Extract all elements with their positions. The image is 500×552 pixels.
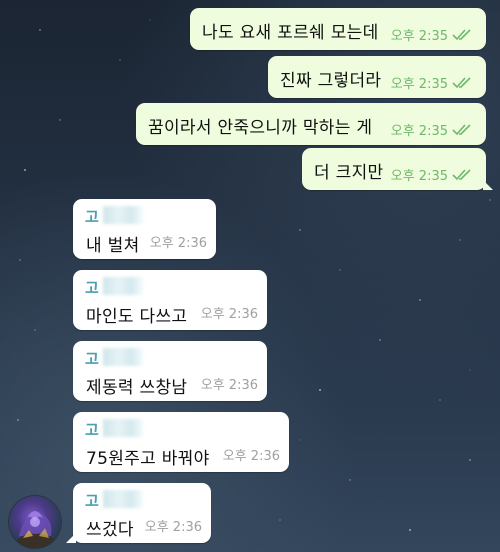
message-text: 내 벌쳐 xyxy=(86,236,140,256)
outgoing-message[interactable]: 더 크지만 오후 2:35 xyxy=(302,148,493,190)
sender-name-blurred xyxy=(103,348,143,366)
incoming-message[interactable]: 고 제동력 쓰창남 오후 2:36 xyxy=(73,341,267,401)
sender-name[interactable]: 고 xyxy=(85,348,99,369)
game-character-avatar-icon xyxy=(13,511,57,548)
message-text: 나도 요새 포르쉐 모는데 xyxy=(202,23,379,43)
double-check-icon xyxy=(452,77,471,89)
sender-name-blurred xyxy=(103,206,143,224)
message-time: 오후 2:35 xyxy=(390,169,448,184)
double-check-icon xyxy=(452,124,471,136)
avatar[interactable] xyxy=(9,496,61,548)
message-time: 오후 2:36 xyxy=(222,449,280,464)
double-check-icon xyxy=(452,169,471,181)
message-text: 진짜 그렇더라 xyxy=(280,71,382,91)
double-check-icon xyxy=(452,29,471,41)
sender-name[interactable]: 고 xyxy=(85,490,99,511)
bubble-tail xyxy=(483,180,493,190)
message-text: 마인도 다쓰고 xyxy=(86,307,188,327)
message-time: 오후 2:36 xyxy=(149,236,207,251)
sender-name-blurred xyxy=(103,490,143,508)
message-text: 쓰겄다 xyxy=(86,520,134,540)
message-time: 오후 2:35 xyxy=(390,77,448,92)
outgoing-message[interactable]: 꿈이라서 안죽으니까 막하는 게 오후 2:35 xyxy=(136,103,486,145)
message-text: 꿈이라서 안죽으니까 막하는 게 xyxy=(148,118,373,138)
bubble-tail xyxy=(66,533,76,543)
message-time: 오후 2:36 xyxy=(144,520,202,535)
message-text: 제동력 쓰창남 xyxy=(86,378,188,398)
sender-name[interactable]: 고 xyxy=(85,206,99,227)
incoming-message[interactable]: 고 쓰겄다 오후 2:36 xyxy=(66,483,211,543)
message-time: 오후 2:35 xyxy=(390,29,448,44)
sender-name[interactable]: 고 xyxy=(85,419,99,440)
outgoing-message[interactable]: 진짜 그렇더라 오후 2:35 xyxy=(268,56,486,98)
message-time: 오후 2:36 xyxy=(200,378,258,393)
sender-name[interactable]: 고 xyxy=(85,277,99,298)
message-time: 오후 2:36 xyxy=(200,307,258,322)
message-text: 75원주고 바꿔야 xyxy=(86,449,210,469)
sender-name-blurred xyxy=(103,277,143,295)
incoming-message[interactable]: 고 마인도 다쓰고 오후 2:36 xyxy=(73,270,267,330)
message-time: 오후 2:35 xyxy=(390,124,448,139)
message-text: 더 크지만 xyxy=(314,163,384,183)
incoming-message[interactable]: 고 75원주고 바꿔야 오후 2:36 xyxy=(73,412,289,472)
outgoing-message[interactable]: 나도 요새 포르쉐 모는데 오후 2:35 xyxy=(190,8,486,50)
incoming-message[interactable]: 고 내 벌쳐 오후 2:36 xyxy=(73,199,216,259)
sender-name-blurred xyxy=(103,419,143,437)
